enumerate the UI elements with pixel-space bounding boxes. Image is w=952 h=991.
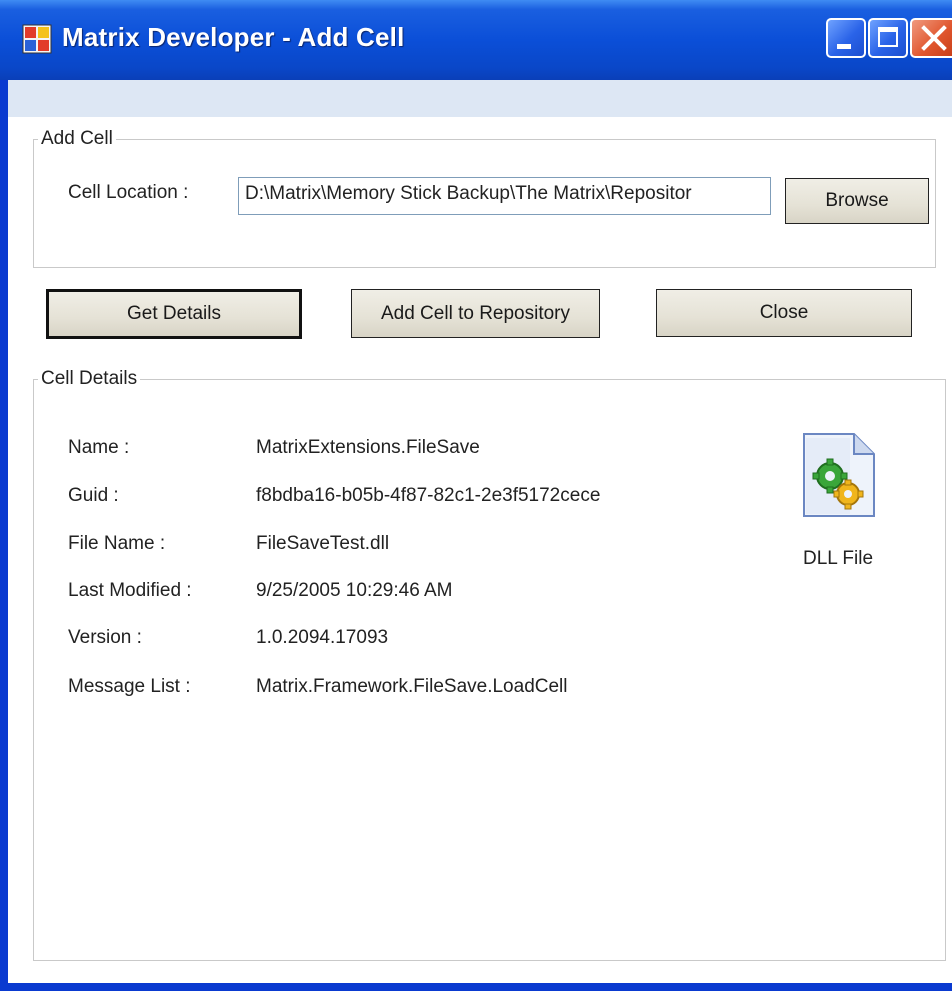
message-list-value: Matrix.Framework.FileSave.LoadCell [256,676,568,697]
app-icon [22,24,52,54]
add-cell-to-repository-button[interactable]: Add Cell to Repository [351,289,600,338]
title-bar[interactable]: Matrix Developer - Add Cell [0,0,952,80]
last-modified-value: 9/25/2005 10:29:46 AM [256,580,453,601]
close-button[interactable]: Close [656,289,912,337]
file-name-label: File Name : [68,533,166,554]
close-window-button[interactable] [910,18,952,58]
window-client-area: Add Cell Cell Location : D:\Matrix\Memor… [8,80,952,983]
cell-location-field[interactable]: D:\Matrix\Memory Stick Backup\The Matrix… [238,177,771,215]
name-label: Name : [68,437,130,458]
message-list-label: Message List : [68,676,191,697]
add-cell-group-label: Add Cell [38,128,116,150]
version-label: Version : [68,627,142,648]
cell-details-group-label: Cell Details [38,368,141,390]
minimize-button[interactable] [826,18,866,58]
dll-file-icon [803,433,875,517]
add-cell-window: Matrix Developer - Add Cell Add Cell Cel… [0,0,952,991]
last-modified-label: Last Modified : [68,580,192,601]
dll-file-label: DLL File [802,548,874,569]
get-details-button[interactable]: Get Details [46,289,302,339]
guid-label: Guid : [68,485,119,506]
guid-value: f8bdba16-b05b-4f87-82c1-2e3f5172cece [256,485,601,506]
version-value: 1.0.2094.17093 [256,627,389,648]
file-name-value: FileSaveTest.dll [256,533,390,554]
window-title: Matrix Developer - Add Cell [62,22,405,52]
maximize-button[interactable] [868,18,908,58]
minimize-icon [837,44,851,49]
maximize-icon [878,27,898,47]
browse-button[interactable]: Browse [785,178,929,224]
cell-location-label: Cell Location : [68,182,189,203]
close-icon [921,25,947,51]
name-value: MatrixExtensions.FileSave [256,437,480,458]
toolbar-strip [8,80,952,117]
